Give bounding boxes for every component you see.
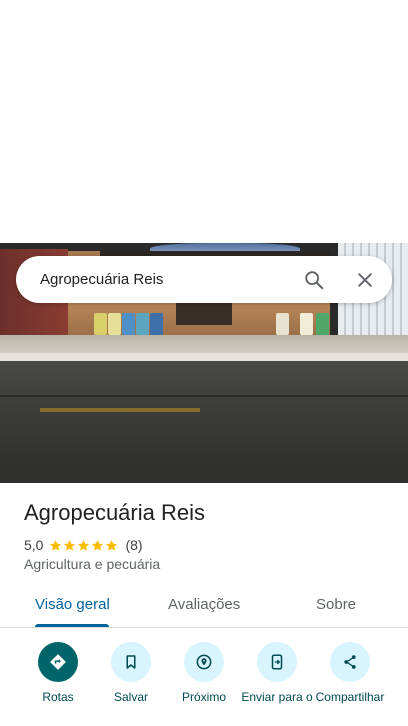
directions-button[interactable]: Rotas	[20, 640, 96, 704]
review-count: (8)	[125, 537, 143, 553]
star-rating	[49, 539, 119, 552]
photo-sack	[276, 313, 289, 335]
send-to-phone-label: Enviar para o	[241, 690, 313, 704]
action-bar: Rotas Salvar Próximo Enviar para o Compa…	[0, 640, 408, 726]
send-to-phone-button[interactable]: Enviar para o	[239, 640, 315, 704]
tab-about[interactable]: Sobre	[316, 596, 356, 613]
rating-value: 5,0	[24, 537, 44, 553]
share-label: Compartilhar	[315, 690, 385, 704]
nearby-label: Próximo	[181, 690, 226, 704]
photo-sidewalk	[0, 335, 408, 355]
photo-window	[176, 303, 232, 325]
photo-sack	[94, 313, 107, 335]
rating-row[interactable]: 5,0 (8)	[24, 536, 143, 554]
map-area[interactable]	[0, 0, 408, 243]
search-input[interactable]	[40, 266, 290, 293]
share-icon	[330, 642, 370, 682]
star-icon	[92, 539, 104, 551]
tab-indicator	[35, 624, 109, 627]
star-icon	[106, 539, 118, 551]
photo-sack	[300, 313, 313, 335]
star-icon	[78, 539, 90, 551]
search-bar[interactable]	[16, 256, 392, 303]
tab-overview[interactable]: Visão geral	[35, 596, 110, 613]
directions-icon	[38, 642, 78, 682]
save-label: Salvar	[113, 690, 148, 704]
directions-label: Rotas	[42, 690, 74, 704]
search-icon[interactable]	[300, 266, 328, 294]
star-icon	[50, 539, 62, 551]
place-title: Agropecuária Reis	[24, 500, 205, 525]
tab-reviews[interactable]: Avaliações	[168, 596, 240, 613]
photo-curb	[0, 353, 408, 361]
save-button[interactable]: Salvar	[93, 640, 169, 704]
star-icon	[64, 539, 76, 551]
place-category: Agricultura e pecuária	[24, 556, 161, 572]
nearby-icon	[184, 642, 224, 682]
photo-sack	[316, 313, 329, 335]
tab-bar: Visão geral Avaliações Sobre	[0, 586, 408, 628]
photo-sack	[108, 313, 121, 335]
photo-lane-marking	[40, 408, 200, 412]
share-button[interactable]: Compartilhar	[312, 640, 388, 704]
photo-sack	[136, 313, 149, 335]
nearby-button[interactable]: Próximo	[166, 640, 242, 704]
photo-sack	[122, 313, 135, 335]
send-to-phone-icon	[257, 642, 297, 682]
bookmark-icon	[111, 642, 151, 682]
photo-road	[0, 361, 408, 483]
photo-road-line	[0, 395, 408, 397]
close-icon[interactable]	[351, 266, 379, 294]
photo-sack	[150, 313, 163, 335]
